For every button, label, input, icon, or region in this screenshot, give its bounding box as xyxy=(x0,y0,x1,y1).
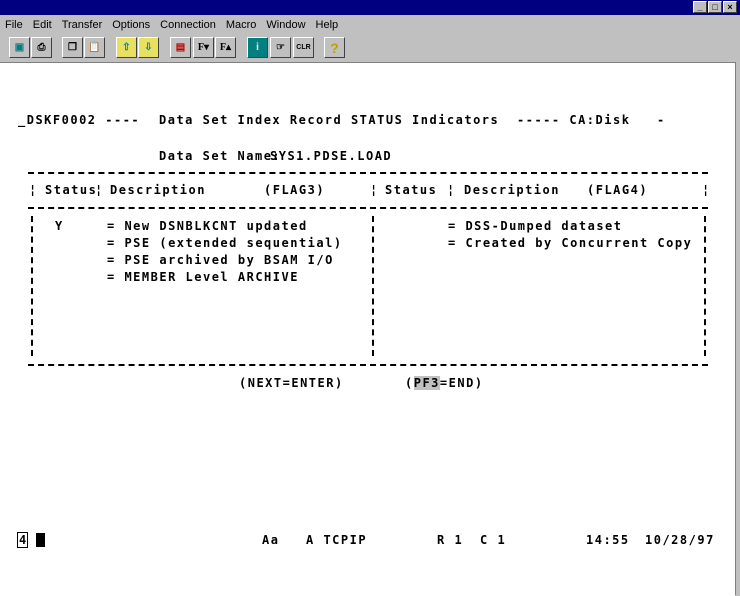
flag3-description: = New DSNBLKCNT updated xyxy=(107,219,308,233)
dsn-label: Data Set Name: xyxy=(159,149,282,163)
dsn-value: SYS1.PDSE.LOAD xyxy=(270,149,393,163)
column-separator: ¦ xyxy=(702,183,711,197)
pf3-open: ( xyxy=(405,376,414,390)
border-right xyxy=(704,216,706,356)
border-left xyxy=(31,216,33,356)
header-description-right: Description xyxy=(464,183,560,197)
divider xyxy=(28,207,708,209)
pointer-hand-icon[interactable]: ☞ xyxy=(270,37,291,58)
column-separator: ¦ xyxy=(29,183,38,197)
panel-title: Data Set Index Record STATUS Indicators xyxy=(159,113,500,127)
pf3-end-key[interactable]: (PF3=END) xyxy=(405,376,484,390)
header-status-left: Status xyxy=(45,183,98,197)
next-enter-key[interactable]: (NEXT=ENTER) xyxy=(239,376,344,390)
info-icon[interactable]: i xyxy=(247,37,268,58)
flag3-description: = PSE archived by BSAM I/O xyxy=(107,253,334,267)
toolbar: ▣ ⎙ ❐ 📋 ⇧ ⇩ ▤ F▾ F▴ i ☞ CLR ? xyxy=(0,35,740,61)
color-palette-icon[interactable]: ▤ xyxy=(170,37,191,58)
flag3-status: Y xyxy=(55,219,64,233)
oia-time: 14:55 xyxy=(586,533,630,547)
menu-file[interactable]: File xyxy=(0,16,28,34)
window-edge xyxy=(735,62,740,595)
header-flag4: (FLAG4) xyxy=(587,183,649,197)
clear-icon[interactable]: CLR xyxy=(293,37,314,58)
column-separator: ¦ xyxy=(370,183,379,197)
maximize-button[interactable]: □ xyxy=(708,1,722,13)
print-icon[interactable]: ⎙ xyxy=(31,37,52,58)
menu-macro[interactable]: Macro xyxy=(221,16,262,34)
send-file-icon[interactable]: ⇧ xyxy=(116,37,137,58)
trail-dash: - xyxy=(657,113,666,127)
menu-connection[interactable]: Connection xyxy=(155,16,221,34)
flag3-description: = PSE (extended sequential) xyxy=(107,236,343,250)
display-icon[interactable]: ▣ xyxy=(9,37,30,58)
column-separator: ¦ xyxy=(95,183,104,197)
minimize-button[interactable]: _ xyxy=(693,1,707,13)
input-cursor xyxy=(36,533,45,547)
close-button[interactable]: × xyxy=(723,1,737,13)
receive-file-icon[interactable]: ⇩ xyxy=(138,37,159,58)
help-icon[interactable]: ? xyxy=(324,37,345,58)
divider xyxy=(28,364,708,366)
oia-row: R 1 xyxy=(437,533,464,547)
header-status-right: Status xyxy=(385,183,438,197)
font-smaller-icon[interactable]: F▾ xyxy=(193,37,214,58)
oia-mode: Aa xyxy=(262,533,280,547)
font-larger-icon[interactable]: F▴ xyxy=(215,37,236,58)
flag4-description: = DSS-Dumped dataset xyxy=(448,219,623,233)
oia-column: C 1 xyxy=(480,533,507,547)
border-middle xyxy=(372,216,374,356)
pf3-label: PF3 xyxy=(413,376,440,390)
oia-date: 10/28/97 xyxy=(645,533,715,547)
session-number: 4 xyxy=(17,532,29,548)
header-flag3: (FLAG3) xyxy=(264,183,326,197)
header-description-left: Description xyxy=(110,183,206,197)
pf3-rest: =END) xyxy=(439,376,484,390)
copy-icon[interactable]: ❐ xyxy=(62,37,83,58)
menu-transfer[interactable]: Transfer xyxy=(57,16,108,34)
menu-edit[interactable]: Edit xyxy=(28,16,57,34)
panel-id: _DSKF0002 ---- xyxy=(18,113,141,127)
menu-help[interactable]: Help xyxy=(311,16,344,34)
paste-icon[interactable]: 📋 xyxy=(84,37,105,58)
divider xyxy=(28,172,708,174)
menu-bar: File Edit Transfer Options Connection Ma… xyxy=(0,16,740,34)
product-name: ----- CA:Disk xyxy=(517,113,631,127)
title-bar: _ □ × xyxy=(0,0,740,15)
column-separator: ¦ xyxy=(447,183,456,197)
flag4-description: = Created by Concurrent Copy xyxy=(448,236,693,250)
menu-window[interactable]: Window xyxy=(261,16,310,34)
flag3-description: = MEMBER Level ARCHIVE xyxy=(107,270,299,284)
session-indicator: 4 xyxy=(17,532,29,548)
menu-options[interactable]: Options xyxy=(107,16,155,34)
oia-connection: A TCPIP xyxy=(306,533,368,547)
terminal-screen[interactable]: _DSKF0002 ---- Data Set Index Record STA… xyxy=(0,62,735,596)
